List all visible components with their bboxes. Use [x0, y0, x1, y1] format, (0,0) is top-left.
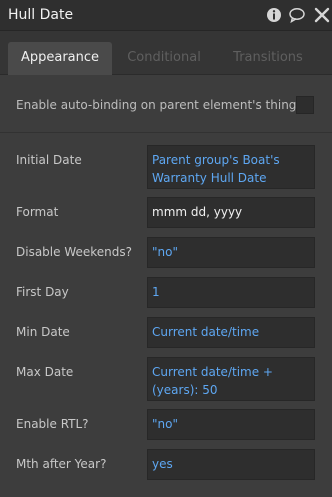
min-date-field[interactable]: Current date/time — [147, 317, 315, 348]
month-after-year-label: Mth after Year? — [16, 457, 107, 471]
format-label: Format — [16, 205, 59, 219]
close-icon[interactable] — [314, 7, 330, 23]
enable-rtl-label: Enable RTL? — [16, 417, 89, 431]
properties-panel: Enable auto-binding on parent element's … — [0, 75, 332, 497]
comment-icon[interactable] — [289, 7, 305, 23]
autobind-checkbox[interactable] — [296, 96, 314, 114]
month-after-year-field[interactable]: yes — [147, 449, 315, 480]
format-field[interactable]: mmm dd, yyyy — [147, 197, 315, 228]
disable-weekends-label: Disable Weekends? — [16, 245, 133, 259]
first-day-field[interactable]: 1 — [147, 277, 315, 308]
tab-bar: Appearance Conditional Transitions — [0, 31, 332, 75]
autobind-label: Enable auto-binding on parent element's … — [16, 98, 297, 112]
divider — [0, 132, 332, 133]
panel-header: Hull Date — [0, 0, 332, 31]
initial-date-label: Initial Date — [16, 153, 82, 167]
info-icon[interactable] — [266, 7, 282, 23]
tab-conditional[interactable]: Conditional — [116, 42, 212, 75]
min-date-label: Min Date — [16, 325, 70, 339]
disable-weekends-field[interactable]: "no" — [147, 237, 315, 268]
max-date-label: Max Date — [16, 365, 74, 379]
enable-rtl-field[interactable]: "no" — [147, 409, 315, 440]
tab-appearance[interactable]: Appearance — [8, 42, 112, 75]
panel-title: Hull Date — [8, 7, 74, 23]
max-date-field[interactable]: Current date/time +(years): 50 — [147, 357, 315, 401]
first-day-label: First Day — [16, 285, 69, 299]
tab-transitions[interactable]: Transitions — [220, 42, 316, 75]
initial-date-field[interactable]: Parent group's Boat's Warranty Hull Date — [147, 145, 315, 189]
